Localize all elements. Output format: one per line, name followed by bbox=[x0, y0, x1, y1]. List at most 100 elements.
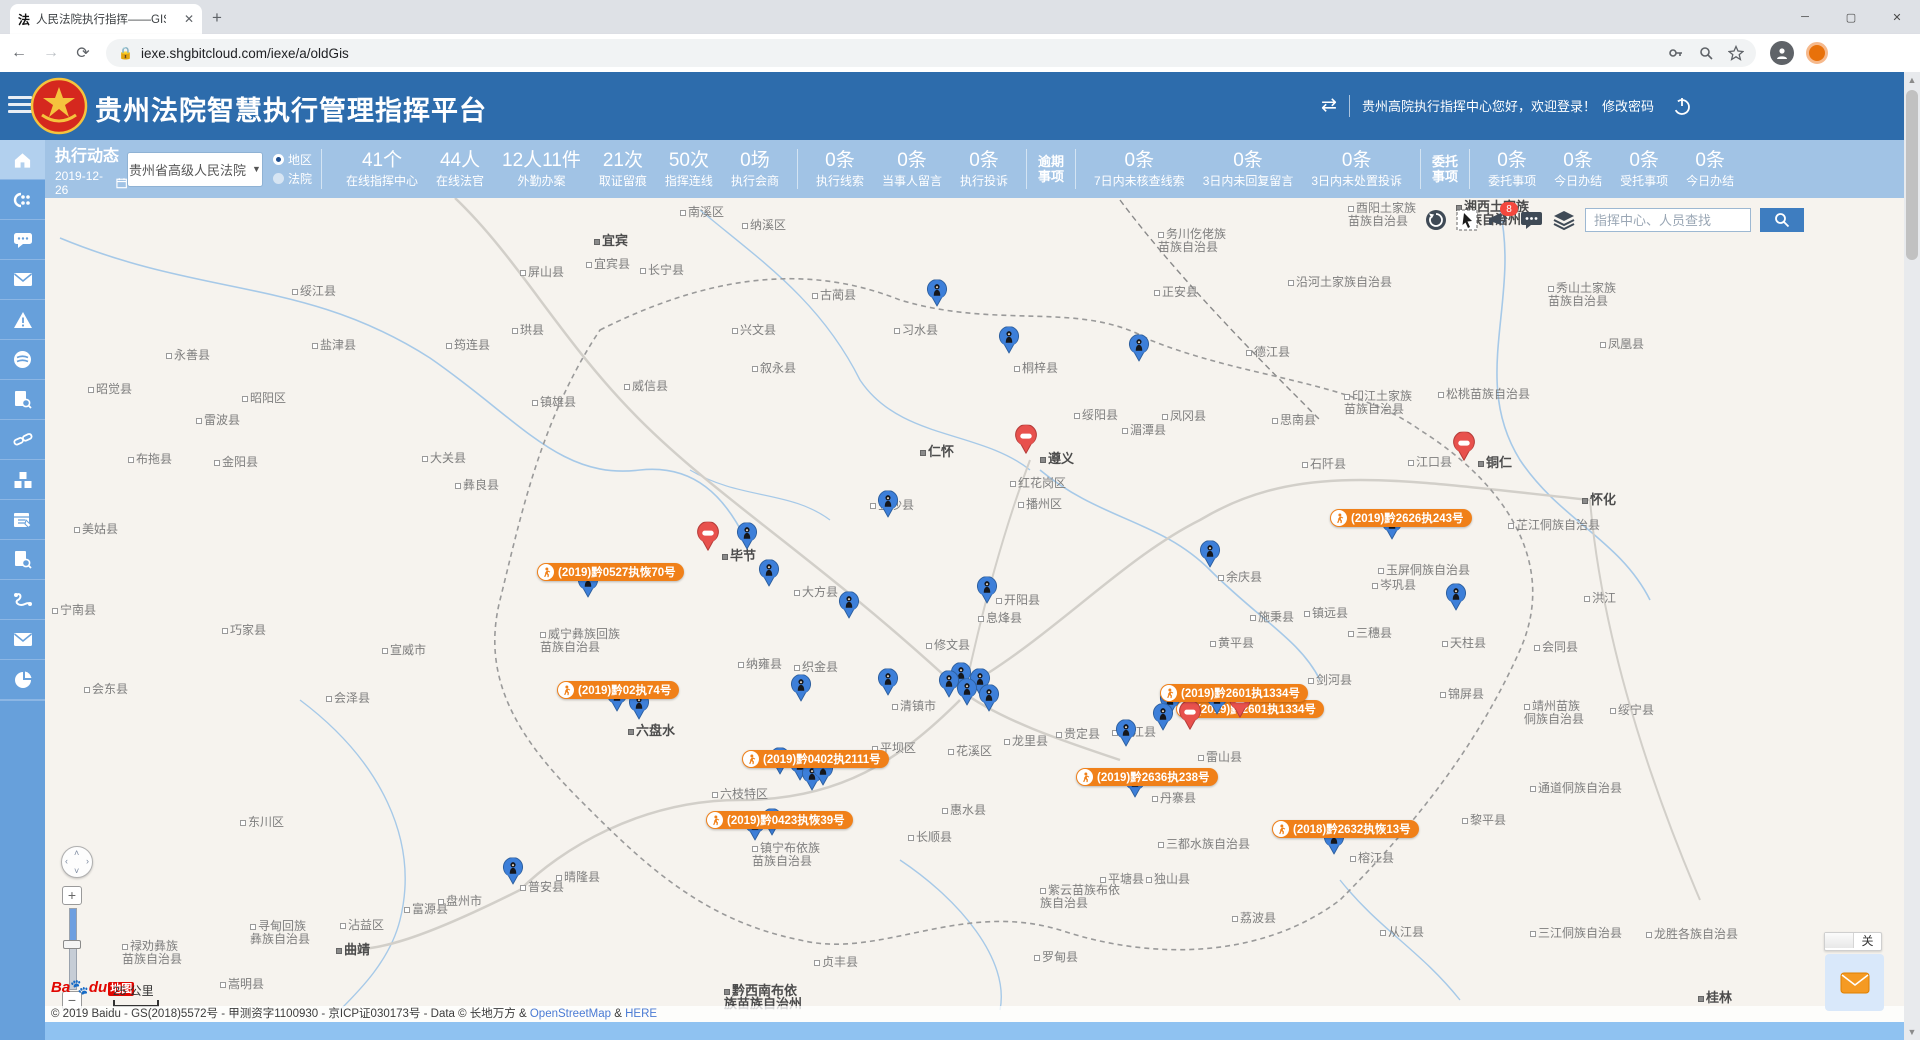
case-label-pill[interactable]: (2019)黔2626执243号 bbox=[1330, 509, 1472, 527]
map-marker-command-center[interactable] bbox=[1179, 701, 1202, 735]
case-label-pill[interactable]: (2018)黔2632执恢13号 bbox=[1272, 820, 1419, 838]
window-close-button[interactable]: ✕ bbox=[1874, 0, 1920, 34]
browser-tab[interactable]: 法 人民法院执行指挥——GIS可视化 ✕ bbox=[10, 4, 202, 34]
osm-link[interactable]: OpenStreetMap bbox=[530, 1008, 611, 1020]
scrollbar-up-arrow[interactable]: ▲ bbox=[1904, 72, 1920, 88]
map-marker-officer[interactable] bbox=[1200, 541, 1221, 573]
map-marker-officer[interactable] bbox=[1153, 704, 1174, 736]
window-maximize-button[interactable]: ▢ bbox=[1828, 0, 1874, 34]
sidebar-item-organization[interactable] bbox=[0, 180, 45, 219]
layers-icon[interactable] bbox=[1552, 209, 1576, 231]
stat-item[interactable]: 0场执行会商 bbox=[722, 150, 788, 189]
court-select-dropdown[interactable]: 贵州省高级人民法院 ▼ bbox=[127, 152, 263, 187]
case-label-pill[interactable]: (2019)黔02执74号 bbox=[557, 681, 679, 699]
new-tab-button[interactable]: + bbox=[212, 8, 222, 28]
page-scrollbar[interactable]: ▲ ▼ bbox=[1904, 72, 1920, 1040]
radio-court[interactable]: 法院 bbox=[273, 169, 312, 188]
change-password-link[interactable]: 修改密码 bbox=[1602, 96, 1654, 115]
case-label-pill[interactable]: (2019)黔2636执238号 bbox=[1076, 768, 1218, 786]
sidebar-item-statistics[interactable] bbox=[0, 660, 45, 699]
map-marker-officer[interactable] bbox=[927, 280, 948, 312]
map-marker-officer[interactable] bbox=[839, 592, 860, 624]
window-minimize-button[interactable]: ─ bbox=[1782, 0, 1828, 34]
case-label-pill[interactable]: (2019)黔0402执2111号 bbox=[742, 750, 889, 768]
sidebar-item-mail-2[interactable] bbox=[0, 620, 45, 659]
stat-item[interactable]: 0条执行线索 bbox=[807, 150, 873, 189]
case-label-pill[interactable]: (2019)黔2601执1334号 bbox=[1160, 684, 1308, 702]
stat-item[interactable]: 0条当事人留言 bbox=[873, 150, 951, 189]
map-marker-officer[interactable] bbox=[878, 669, 899, 701]
map-marker-officer[interactable] bbox=[999, 327, 1020, 359]
map-marker-officer[interactable] bbox=[1446, 584, 1467, 616]
map-marker-officer[interactable] bbox=[939, 671, 960, 703]
case-label-pill[interactable]: (2019)黔0527执恢70号 bbox=[537, 563, 684, 581]
stat-item[interactable]: 44人在线法官 bbox=[427, 150, 493, 189]
map-marker-officer[interactable] bbox=[759, 560, 780, 592]
map-pan-control[interactable]: ˄˅ ‹› bbox=[61, 846, 93, 878]
password-key-icon[interactable] bbox=[1668, 45, 1684, 61]
map-marker-officer[interactable] bbox=[878, 491, 899, 523]
map-marker-officer[interactable] bbox=[979, 685, 1000, 717]
zoom-in-button[interactable]: + bbox=[62, 886, 82, 905]
stat-item[interactable]: 0条3日内未处置投诉 bbox=[1302, 150, 1411, 189]
bookmark-star-icon[interactable] bbox=[1728, 45, 1744, 61]
sidebar-item-schedule[interactable] bbox=[0, 500, 45, 539]
stat-item[interactable]: 12人11件外勤办案 bbox=[493, 150, 590, 189]
stat-item[interactable]: 0条今日办结 bbox=[1545, 150, 1611, 189]
broadcast-megaphone-icon[interactable]: 8 bbox=[1487, 209, 1511, 231]
map-marker-command-center[interactable] bbox=[697, 522, 720, 556]
map-marker-officer[interactable] bbox=[977, 577, 998, 609]
forward-button[interactable]: → bbox=[38, 44, 64, 62]
search-input[interactable] bbox=[1585, 208, 1751, 232]
stat-item[interactable]: 41个在线指挥中心 bbox=[337, 150, 427, 189]
stat-item[interactable]: 0条受托事项 bbox=[1611, 150, 1677, 189]
back-button[interactable]: ← bbox=[6, 44, 32, 62]
select-cursor-icon[interactable] bbox=[1456, 209, 1478, 231]
sidebar-item-case-search[interactable] bbox=[0, 380, 45, 419]
scrollbar-thumb[interactable] bbox=[1906, 90, 1918, 260]
sidebar-item-home[interactable] bbox=[0, 140, 45, 179]
map-marker-command-center[interactable] bbox=[1015, 425, 1038, 459]
date-picker[interactable]: 2019-12-26 bbox=[55, 169, 127, 197]
map-marker-officer[interactable] bbox=[957, 679, 978, 711]
map-canvas[interactable]: 屏山县宜宾宜宾县南溪区纳溪区长宁县兴文县叙永县古蔺县习水县正安县务川仡佬族 苗族… bbox=[45, 198, 1904, 1022]
here-link[interactable]: HERE bbox=[625, 1008, 657, 1020]
case-label-pill[interactable]: (2019)黔0423执恢39号 bbox=[706, 811, 853, 829]
chat-bubble-icon[interactable] bbox=[1520, 209, 1543, 231]
radio-region[interactable]: 地区 bbox=[273, 150, 312, 169]
zoom-slider-handle[interactable] bbox=[63, 940, 81, 949]
map-marker-officer[interactable] bbox=[737, 523, 758, 555]
map-marker-command-center[interactable] bbox=[1453, 432, 1476, 466]
menu-hamburger-icon[interactable] bbox=[8, 96, 32, 113]
map-marker-officer[interactable] bbox=[503, 858, 524, 890]
sidebar-item-data[interactable] bbox=[0, 340, 45, 379]
profile-avatar-icon[interactable] bbox=[1770, 41, 1794, 65]
stat-item[interactable]: 50次指挥连线 bbox=[656, 150, 722, 189]
panel-toggle-switch[interactable]: 关 bbox=[1824, 932, 1882, 951]
map-marker-officer[interactable] bbox=[1129, 335, 1150, 367]
stat-item[interactable]: 0条3日内未回复留言 bbox=[1194, 150, 1303, 189]
stat-item[interactable]: 21次取证留痕 bbox=[590, 150, 656, 189]
scrollbar-down-arrow[interactable]: ▼ bbox=[1904, 1024, 1920, 1040]
stat-item[interactable]: 0条执行投诉 bbox=[951, 150, 1017, 189]
tab-close-icon[interactable]: ✕ bbox=[184, 12, 194, 26]
switch-view-icon[interactable]: ⇄ bbox=[1321, 94, 1337, 117]
reload-button[interactable]: ⟳ bbox=[70, 43, 96, 63]
address-bar[interactable]: 🔒 iexe.shgbitcloud.com/iexe/a/oldGis bbox=[106, 39, 1756, 67]
locate-history-icon[interactable] bbox=[1425, 209, 1447, 231]
sidebar-item-doc-review[interactable] bbox=[0, 540, 45, 579]
message-panel-button[interactable] bbox=[1825, 954, 1884, 1011]
zoom-icon[interactable] bbox=[1698, 45, 1714, 61]
stat-item[interactable]: 0条7日内未核查线索 bbox=[1085, 150, 1194, 189]
search-button[interactable] bbox=[1760, 208, 1804, 232]
stat-item[interactable]: 0条今日办结 bbox=[1677, 150, 1743, 189]
sidebar-item-modules[interactable] bbox=[0, 460, 45, 499]
map-marker-officer[interactable] bbox=[791, 675, 812, 707]
sidebar-item-mail[interactable] bbox=[0, 260, 45, 299]
sidebar-item-messages[interactable] bbox=[0, 220, 45, 259]
sidebar-item-alerts[interactable] bbox=[0, 300, 45, 339]
stat-item[interactable]: 0条委托事项 bbox=[1479, 150, 1545, 189]
sidebar-item-route[interactable] bbox=[0, 580, 45, 619]
extension-icon[interactable] bbox=[1806, 42, 1828, 64]
logout-power-icon[interactable] bbox=[1672, 96, 1692, 116]
